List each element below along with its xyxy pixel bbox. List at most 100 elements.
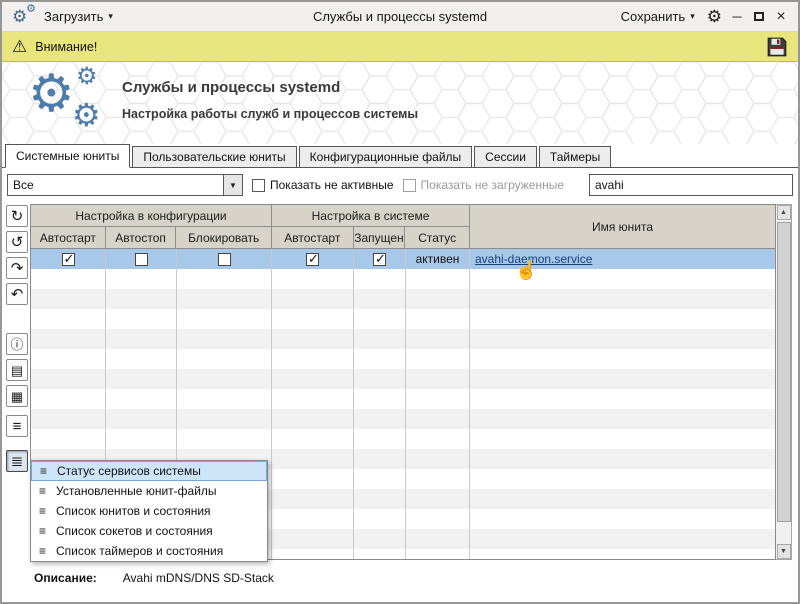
journal-button[interactable]: ▤: [6, 359, 28, 381]
menu-item-units-list[interactable]: ≡ Список юнитов и состояния: [31, 501, 267, 521]
search-input[interactable]: [589, 174, 793, 196]
menu-item-sockets-list[interactable]: ≡ Список сокетов и состояния: [31, 521, 267, 541]
undo-button[interactable]: ↶: [6, 283, 28, 305]
description-label: Описание:: [34, 571, 97, 585]
col-header-running[interactable]: Запущен: [354, 227, 406, 248]
menu-item-service-status[interactable]: ≡ Статус сервисов системы: [31, 461, 267, 481]
empty-table-row[interactable]: [31, 429, 775, 449]
save-button[interactable]: Сохранить ▾: [621, 9, 695, 24]
empty-table-row[interactable]: [31, 369, 775, 389]
running-cell: [354, 249, 406, 269]
system-group: Настройка в системе Автостарт Запущен Ст…: [272, 205, 470, 248]
empty-cell: [470, 269, 775, 289]
empty-cell: [272, 349, 354, 369]
menu-list-icon: ≣: [11, 454, 24, 469]
tab-config-files[interactable]: Конфигурационные файлы: [299, 146, 472, 167]
combobox-arrow-button[interactable]: ▼: [223, 175, 242, 195]
refresh-button[interactable]: ↻: [6, 205, 28, 227]
load-button[interactable]: Загрузить ▾: [44, 9, 113, 24]
tab-user-units[interactable]: Пользовательские юниты: [132, 146, 296, 167]
menu-item-timers-list[interactable]: ≡ Список таймеров и состояния: [31, 541, 267, 561]
tab-timers[interactable]: Таймеры: [539, 146, 611, 167]
maximize-button[interactable]: [752, 9, 766, 25]
hero-header: ⚙ ⚙ ⚙ Службы и процессы systemd Настройк…: [2, 62, 798, 144]
autostop-checkbox[interactable]: [135, 253, 148, 266]
app-logo-gears: ⚙ ⚙ ⚙: [28, 62, 124, 144]
save-file-button[interactable]: [766, 36, 788, 58]
empty-cell: [406, 289, 470, 309]
show-unloaded-checkbox[interactable]: [403, 179, 416, 192]
col-header-status[interactable]: Статус: [405, 227, 469, 248]
menu-item-installed-unit-files[interactable]: ≡ Установленные юнит-файлы: [31, 481, 267, 501]
empty-table-row[interactable]: [31, 389, 775, 409]
empty-cell: [177, 289, 272, 309]
load-button-label: Загрузить: [44, 9, 103, 24]
list-button[interactable]: ≡: [6, 415, 28, 437]
empty-table-row[interactable]: [31, 269, 775, 289]
empty-table-row[interactable]: [31, 409, 775, 429]
minimize-button[interactable]: ─: [730, 9, 744, 25]
empty-cell: [31, 429, 106, 449]
empty-cell: [470, 369, 775, 389]
menu-item-label: Список юнитов и состояния: [56, 504, 211, 518]
unit-filter-combobox[interactable]: Все ▼: [7, 174, 243, 196]
reload-button[interactable]: ↺: [6, 231, 28, 253]
description-value: Avahi mDNS/DNS SD-Stack: [123, 571, 274, 585]
unit-name-link[interactable]: avahi-daemon.service: [475, 252, 592, 266]
gear-icon: ⚙: [12, 6, 27, 28]
titlebar: Службы и процессы systemd ⚙ ⚙ Загрузить …: [2, 2, 798, 32]
autostart-system-checkbox[interactable]: [306, 253, 319, 266]
empty-cell: [406, 449, 470, 469]
tab-sessions[interactable]: Сессии: [474, 146, 537, 167]
list-icon: ≡: [36, 524, 49, 538]
col-header-block[interactable]: Блокировать: [176, 227, 271, 248]
autostart-config-checkbox[interactable]: [62, 253, 75, 266]
close-button[interactable]: ×: [774, 9, 788, 25]
empty-table-row[interactable]: [31, 329, 775, 349]
empty-cell: [31, 309, 106, 329]
arrow-up-icon: ▲: [780, 209, 787, 216]
scrollbar-thumb[interactable]: [777, 222, 791, 522]
empty-cell: [354, 409, 406, 429]
floppy-disk-icon: [766, 36, 788, 58]
info-button[interactable]: ⓘ: [6, 333, 28, 355]
menu-item-label: Список сокетов и состояния: [56, 524, 213, 538]
table-header: Настройка в конфигурации Автостарт Автос…: [31, 205, 775, 249]
empty-cell: [354, 529, 406, 549]
settings-gear-icon[interactable]: ⚙: [707, 7, 722, 27]
table-row-selected[interactable]: активен avahi-daemon.service: [31, 249, 775, 269]
combobox-value: Все: [8, 175, 223, 195]
side-toolbar: ↻ ↺ ↷ ↶ ⓘ ▤ ▦ ≡ ≣: [4, 204, 30, 560]
running-checkbox[interactable]: [373, 253, 386, 266]
col-header-autostop[interactable]: Автостоп: [106, 227, 177, 248]
empty-table-row[interactable]: [31, 309, 775, 329]
context-menu: ≡ Статус сервисов системы ≡ Установленны…: [30, 460, 268, 562]
scroll-up-button[interactable]: ▲: [777, 205, 791, 220]
page-subtitle: Настройка работы служб и процессов систе…: [122, 107, 418, 121]
empty-cell: [470, 529, 775, 549]
empty-cell: [354, 429, 406, 449]
list-icon: ≡: [36, 484, 49, 498]
col-header-unit-name[interactable]: Имя юнита: [470, 205, 775, 248]
block-checkbox[interactable]: [218, 253, 231, 266]
vertical-scrollbar[interactable]: ▲ ▼: [776, 204, 792, 560]
empty-cell: [272, 309, 354, 329]
col-header-autostart-system[interactable]: Автостарт: [272, 227, 354, 248]
col-header-autostart-config[interactable]: Автостарт: [31, 227, 106, 248]
tab-system-units[interactable]: Системные юниты: [5, 144, 130, 168]
redo-button[interactable]: ↷: [6, 257, 28, 279]
show-unloaded-group: Показать не загруженные: [403, 178, 564, 192]
scroll-down-button[interactable]: ▼: [777, 544, 791, 559]
unit-file-button[interactable]: ▦: [6, 385, 28, 407]
reload-icon: ↺: [11, 235, 24, 250]
show-inactive-checkbox[interactable]: [252, 179, 265, 192]
list-icon: ≡: [36, 504, 49, 518]
empty-table-row[interactable]: [31, 349, 775, 369]
empty-table-row[interactable]: [31, 289, 775, 309]
warning-bar: ⚠ Внимание!: [2, 32, 798, 62]
empty-cell: [354, 549, 406, 559]
empty-cell: [406, 309, 470, 329]
status-menu-button[interactable]: ≣: [6, 450, 28, 472]
empty-cell: [177, 269, 272, 289]
maximize-icon: [754, 12, 764, 21]
